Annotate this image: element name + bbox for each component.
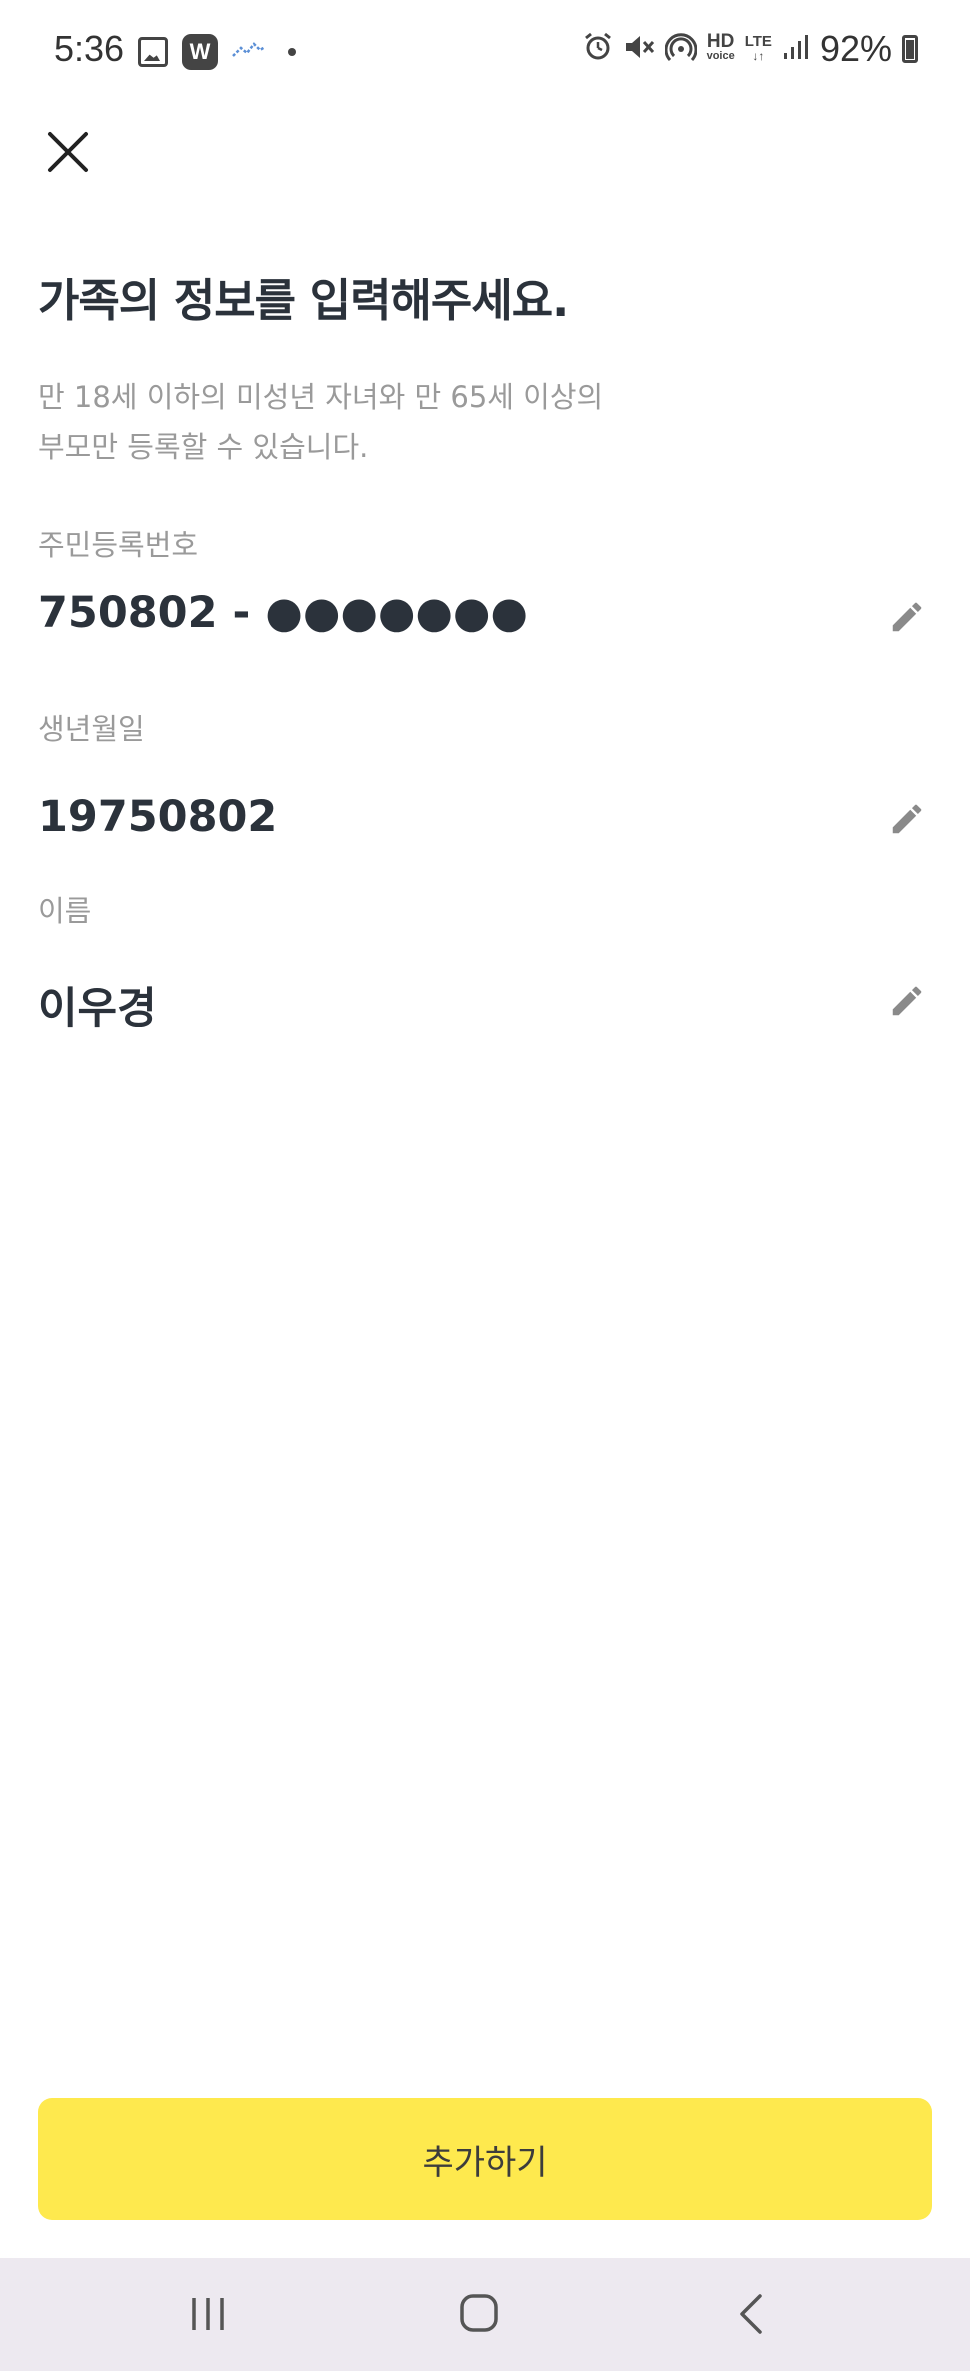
mute-icon xyxy=(623,32,655,66)
back-icon xyxy=(740,2294,762,2334)
battery-percentage: 92% xyxy=(819,28,892,69)
description-line-1: 만 18세 이하의 미성년 자녀와 만 65세 이상의 xyxy=(38,380,604,414)
home-icon xyxy=(460,2294,498,2332)
recent-apps-icon xyxy=(192,2298,224,2330)
lte-icon: LTE ↓↑ xyxy=(744,33,772,63)
battery-icon xyxy=(902,35,918,63)
name-label: 이름 xyxy=(38,894,92,928)
pencil-icon xyxy=(892,804,922,834)
hotspot-icon xyxy=(664,32,698,66)
w-app-icon: W xyxy=(182,34,218,70)
notification-icons: W xyxy=(138,34,296,70)
pencil-icon xyxy=(892,986,922,1016)
description-line-2: 부모만 등록할 수 있습니다. xyxy=(38,430,369,464)
name-value[interactable]: 이우경 xyxy=(38,974,157,1036)
gallery-icon xyxy=(138,37,168,67)
navigation-bar xyxy=(0,2258,970,2371)
back-button[interactable] xyxy=(712,2282,792,2346)
birth-date-label: 생년월일 xyxy=(38,712,145,746)
page-title: 가족의 정보를 입력해주세요. xyxy=(38,274,569,327)
resident-number-value[interactable]: 750802 - ●●●●●●● xyxy=(38,588,528,638)
add-button[interactable]: 추가하기 xyxy=(38,2098,932,2220)
edit-birth-date-button[interactable] xyxy=(888,800,926,838)
resident-number-label: 주민등록번호 xyxy=(38,528,199,562)
home-button[interactable] xyxy=(440,2282,520,2346)
signal-icon xyxy=(782,33,810,65)
edit-resident-number-button[interactable] xyxy=(888,598,926,636)
dot-icon xyxy=(288,48,296,56)
system-status-icons: HD voice LTE ↓↑ 92% xyxy=(583,28,918,70)
birth-date-value[interactable]: 19750802 xyxy=(38,792,277,842)
close-icon xyxy=(48,132,88,172)
pencil-icon xyxy=(892,602,922,632)
activity-icon xyxy=(232,40,266,64)
alarm-icon xyxy=(583,32,613,66)
recent-apps-button[interactable] xyxy=(168,2282,248,2346)
close-button[interactable] xyxy=(40,124,96,180)
page-description: 만 18세 이하의 미성년 자녀와 만 65세 이상의 부모만 등록할 수 있습… xyxy=(38,372,738,472)
hd-voice-icon: HD voice xyxy=(706,31,735,62)
status-bar: 5:36 W HD voice LTE ↓↑ 92% xyxy=(0,0,970,104)
status-time: 5:36 xyxy=(54,28,125,69)
edit-name-button[interactable] xyxy=(888,982,926,1020)
